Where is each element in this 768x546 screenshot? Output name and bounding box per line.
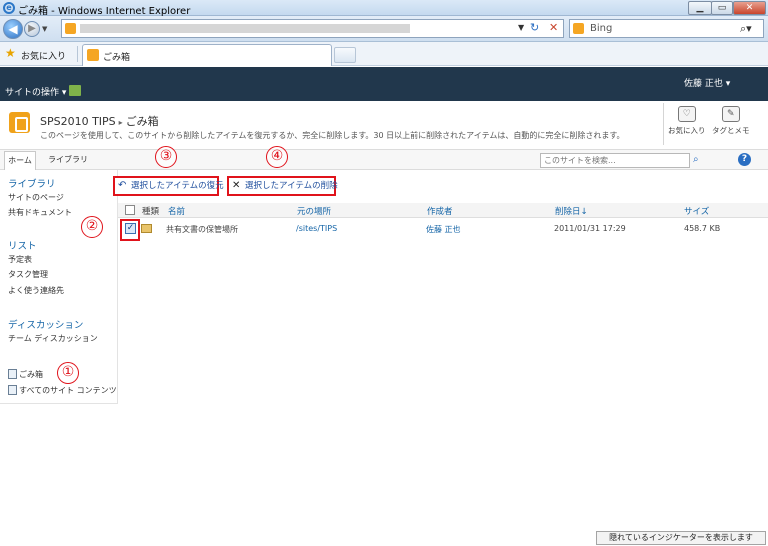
tab-home[interactable]: ホーム: [4, 151, 36, 170]
ql-recycle-bin[interactable]: ごみ箱: [8, 369, 43, 380]
folder-icon: [141, 224, 152, 233]
window-titlebar: e ごみ箱 - Windows Internet Explorer ▁ ▭ ✕: [0, 0, 768, 17]
favorites-star-icon[interactable]: ★: [5, 46, 16, 60]
favorite-tool-button[interactable]: ♡ お気に入り: [668, 106, 706, 136]
tab-title: ごみ箱: [103, 53, 131, 63]
close-window-button[interactable]: ✕: [733, 1, 766, 15]
browser-navbar: ◀ ▶ ▼ ▼ ↻ ✕ Bing ⌕▾: [0, 16, 768, 42]
favorite-tool-label: お気に入り: [668, 126, 706, 135]
site-search-icon[interactable]: ⌕: [693, 154, 699, 165]
callout-3: ③: [155, 146, 177, 168]
favorites-bar: ★ お気に入り ごみ箱: [0, 42, 768, 66]
tags-notes-icon: ✎: [721, 106, 740, 122]
tags-notes-button[interactable]: ✎ タグとメモ: [712, 106, 750, 136]
column-author[interactable]: 作成者: [427, 205, 453, 217]
forward-button[interactable]: ▶: [24, 21, 40, 37]
column-name[interactable]: 名前: [168, 205, 185, 217]
site-actions-menu[interactable]: サイトの操作 ▾: [5, 85, 66, 98]
restore-selection-button[interactable]: ↶ 選択したアイテムの復元: [113, 176, 224, 196]
tab-library[interactable]: ライブラリ: [48, 154, 88, 165]
callout-2: ②: [81, 216, 103, 238]
ql-heading-discussions[interactable]: ディスカッション: [8, 317, 83, 331]
favorites-button[interactable]: お気に入り: [21, 49, 66, 62]
new-tab-button[interactable]: [334, 47, 356, 63]
browser-search-icon[interactable]: ⌕▾: [740, 22, 752, 36]
select-all-checkbox[interactable]: [125, 205, 135, 215]
refresh-icon[interactable]: ↻: [530, 21, 539, 34]
sharepoint-topbar: サイトの操作 ▾ 佐藤 正也 ▾: [0, 67, 768, 101]
all-content-icon: [8, 385, 17, 395]
browser-search-box[interactable]: Bing ⌕▾: [569, 19, 764, 38]
ribbon-tab-row: ホーム ライブラリ ⌕ ?: [0, 149, 768, 170]
ql-item-calendar[interactable]: 予定表: [8, 254, 32, 265]
show-hidden-indicators-button[interactable]: 隠れているインジケーターを表示します: [596, 531, 766, 545]
row-location-link[interactable]: /sites/TIPS: [296, 224, 337, 233]
ql-item-shared-documents[interactable]: 共有ドキュメント: [8, 207, 72, 218]
column-type: 種類: [142, 207, 160, 217]
tags-notes-label: タグとメモ: [712, 126, 750, 135]
table-row[interactable]: ✓ 共有文書の保管場所 /sites/TIPS 佐藤 正也 2011/01/31…: [118, 219, 768, 239]
help-icon[interactable]: ?: [738, 153, 751, 166]
breadcrumb-site-link[interactable]: SPS2010 TIPS: [40, 115, 116, 128]
header-divider: [663, 103, 664, 145]
edit-page-icon[interactable]: [69, 85, 81, 96]
back-button[interactable]: ◀: [3, 19, 23, 39]
status-bar: 隠れているインジケーターを表示します: [0, 528, 768, 546]
ie-logo-icon: e: [3, 2, 15, 14]
site-logo-icon: [9, 112, 30, 133]
recycle-bin-icon: [8, 369, 17, 379]
tab-favicon-icon: [87, 49, 99, 61]
row-name: 共有文書の保管場所: [166, 225, 238, 234]
address-text-redacted: [80, 24, 410, 33]
breadcrumb: SPS2010 TIPS ▸ ごみ箱: [40, 113, 159, 129]
ql-heading-lists[interactable]: リスト: [8, 238, 37, 252]
delete-icon: ✕: [232, 180, 241, 191]
list-header: 種類 名前 元の場所 作成者 削除日↓ サイズ: [118, 203, 768, 218]
bing-icon: [573, 23, 584, 34]
favorites-divider: [77, 46, 78, 62]
stop-icon[interactable]: ✕: [549, 21, 558, 34]
like-it-icon: ♡: [677, 106, 696, 122]
callout-4: ④: [266, 146, 288, 168]
ql-all-site-content[interactable]: すべてのサイト コンテンツ: [8, 385, 117, 396]
site-search-input[interactable]: [541, 154, 686, 167]
row-author-link[interactable]: 佐藤 正也: [426, 224, 461, 235]
breadcrumb-arrow-icon: ▸: [118, 118, 123, 127]
ql-item-site-pages[interactable]: サイトのページ: [8, 192, 64, 203]
window-title: ごみ箱 - Windows Internet Explorer: [18, 6, 191, 17]
checkbox-highlight-box: [120, 219, 140, 241]
column-deleted[interactable]: 削除日↓: [555, 205, 588, 217]
address-bar[interactable]: ▼ ↻ ✕: [61, 19, 564, 38]
ql-heading-libraries[interactable]: ライブラリ: [8, 176, 56, 190]
ql-item-contacts[interactable]: よく使う連絡先: [8, 285, 64, 296]
callout-1: ①: [57, 362, 79, 384]
ql-item-team-discussion[interactable]: チーム ディスカッション: [8, 333, 98, 344]
minimize-button[interactable]: ▁: [688, 1, 712, 15]
site-search-field[interactable]: [540, 153, 690, 168]
row-deleted-date: 2011/01/31 17:29: [554, 224, 626, 233]
ql-item-tasks[interactable]: タスク管理: [8, 269, 48, 280]
search-provider-label: Bing: [590, 23, 613, 34]
delete-selection-button[interactable]: ✕ 選択したアイテムの削除: [227, 176, 338, 196]
recycle-bin-toolbar: ↶ 選択したアイテムの復元 ✕ 選択したアイテムの削除: [113, 172, 768, 202]
page-title: ごみ箱: [125, 115, 159, 128]
history-dropdown-icon[interactable]: ▼: [42, 25, 47, 33]
user-menu[interactable]: 佐藤 正也 ▾: [684, 76, 730, 89]
site-favicon-icon: [65, 23, 76, 34]
browser-tab[interactable]: ごみ箱: [82, 44, 332, 66]
restore-icon: ↶: [118, 180, 127, 191]
maximize-button[interactable]: ▭: [711, 1, 733, 15]
row-size: 458.7 KB: [684, 224, 721, 233]
column-location[interactable]: 元の場所: [297, 205, 331, 217]
address-dropdown-icon[interactable]: ▼: [518, 23, 524, 32]
page-description: このページを使用して、このサイトから削除したアイテムを復元するか、完全に削除しま…: [40, 131, 625, 140]
column-size[interactable]: サイズ: [684, 205, 709, 217]
